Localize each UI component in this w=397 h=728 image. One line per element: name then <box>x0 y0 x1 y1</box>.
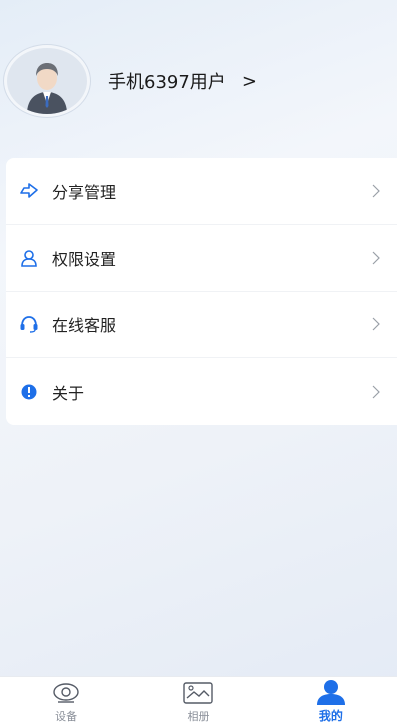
person-icon <box>316 680 345 705</box>
share-icon <box>18 180 40 202</box>
menu-item-online-service[interactable]: 在线客服 <box>6 292 397 359</box>
user-permission-icon <box>18 247 40 269</box>
tab-label: 设备 <box>55 710 78 723</box>
profile-header[interactable]: 手机6397用户 > <box>4 44 397 118</box>
menu-item-share-management[interactable]: 分享管理 <box>6 158 397 225</box>
menu-item-label: 在线客服 <box>52 316 117 336</box>
menu-item-permission-settings[interactable]: 权限设置 <box>6 225 397 292</box>
bottom-tab-bar: 设备 相册 我的 <box>0 676 397 728</box>
menu-card: 分享管理 权限设置 在线客服 关于 <box>6 158 397 425</box>
tab-album[interactable]: 相册 <box>132 677 264 728</box>
menu-item-label: 关于 <box>52 383 85 403</box>
tab-label: 我的 <box>318 709 343 723</box>
tab-device[interactable]: 设备 <box>0 677 132 728</box>
album-icon <box>183 682 214 704</box>
menu-item-about[interactable]: 关于 <box>6 358 397 425</box>
chevron-right-icon <box>372 184 380 198</box>
info-icon <box>18 381 40 403</box>
tab-mine[interactable]: 我的 <box>265 677 397 728</box>
chevron-right-icon <box>372 317 380 331</box>
chevron-right-icon <box>372 251 380 265</box>
chevron-right-icon <box>372 385 380 399</box>
avatar[interactable] <box>4 45 90 117</box>
headset-icon <box>18 313 40 335</box>
camera-device-icon <box>53 683 79 703</box>
profile-chevron-icon[interactable]: > <box>242 71 257 92</box>
tab-label: 相册 <box>187 710 210 723</box>
username[interactable]: 手机6397用户 <box>108 68 226 94</box>
menu-item-label: 分享管理 <box>52 182 117 202</box>
menu-item-label: 权限设置 <box>52 249 117 269</box>
avatar-person-icon <box>27 63 67 114</box>
